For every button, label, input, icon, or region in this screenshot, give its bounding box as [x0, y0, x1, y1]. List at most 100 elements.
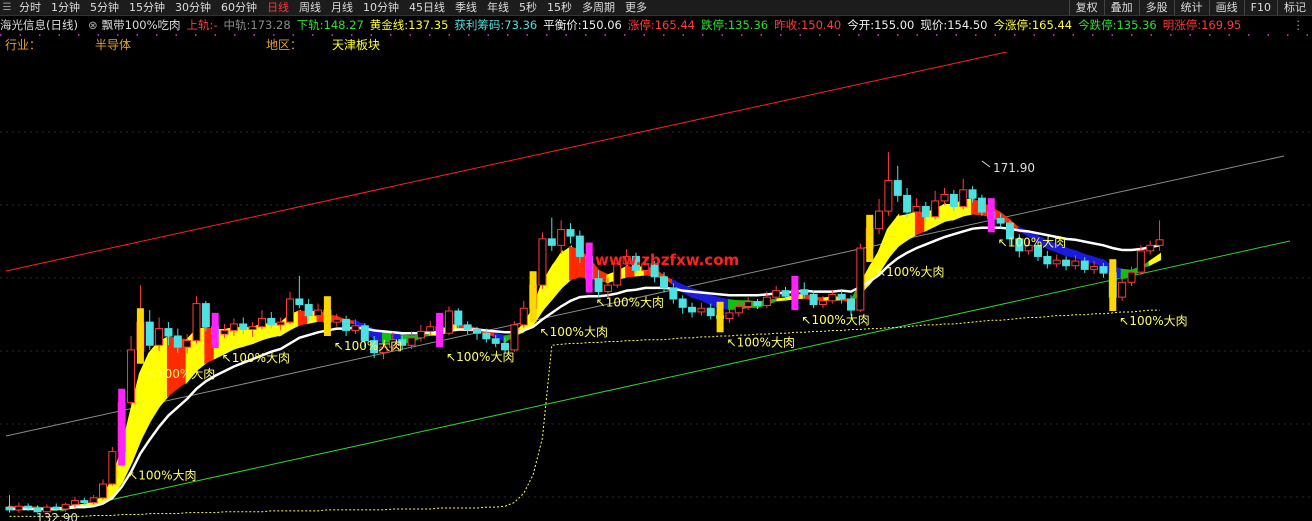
watermark-text: www.zbzfxw.com	[595, 251, 739, 269]
toolbar-button-0[interactable]: 复权	[1068, 0, 1104, 15]
period-tab-16[interactable]: 更多	[620, 0, 652, 15]
toolbar-button-6[interactable]: 标记	[1277, 0, 1312, 15]
toolbar-button-3[interactable]: 统计	[1173, 0, 1209, 15]
candle-body	[1136, 250, 1145, 273]
toolbar-button-4[interactable]: 画线	[1208, 0, 1244, 15]
candle-body	[248, 326, 257, 331]
candle-body	[473, 329, 481, 334]
signal-bar	[866, 214, 874, 262]
period-tab-14[interactable]: 15秒	[542, 0, 577, 15]
signal-label: ↖100%大肉	[596, 296, 664, 310]
period-tab-3[interactable]: 15分钟	[124, 0, 170, 15]
limitdown-value: 135.36	[727, 18, 769, 32]
signal-markers: ↖100%大肉 ↖100%大肉 ↖100%大肉 ↖100%大肉 ↖100%大肉 ↖100%…	[118, 198, 1188, 483]
period-tab-11[interactable]: 季线	[450, 0, 482, 15]
candle-body	[286, 298, 294, 323]
candle-body	[753, 301, 762, 306]
lower-label: 下轨:	[296, 18, 324, 32]
candle-body	[912, 205, 921, 213]
candle-body	[893, 180, 902, 196]
menu-grid-icon[interactable]: ☰	[0, 2, 14, 13]
candle-body	[538, 238, 547, 286]
mid-value: 173.28	[250, 18, 291, 32]
signal-bar	[585, 242, 593, 293]
signal-bar	[136, 308, 144, 364]
candle-body	[875, 210, 884, 230]
toolbar-button-2[interactable]: 多股	[1138, 0, 1174, 15]
indicator-info-bar: 海光信息(日线) ⊗ 飘带100%吃肉 上轨: - 中轨: 173.28 下轨: 14…	[0, 16, 1312, 34]
candle-body	[800, 289, 809, 295]
candle-body	[697, 307, 706, 313]
balance-label: 平衡价:	[543, 18, 582, 32]
candle-body	[89, 497, 98, 503]
period-tab-5[interactable]: 60分钟	[216, 0, 262, 15]
lower-value: 148.27	[323, 18, 364, 32]
candle-body	[145, 321, 154, 346]
period-tab-9[interactable]: 10分钟	[358, 0, 404, 15]
period-tab-12[interactable]: 年线	[482, 0, 514, 15]
toolbar-right-buttons: 复权 叠加 多股 统计 画线 F10 标记	[1068, 0, 1312, 15]
candlestick-chart[interactable]: ↖100%大肉 ↖100%大肉 ↖100%大肉 ↖100%大肉 ↖100%大肉 ↖100%…	[0, 52, 1312, 521]
candle-body	[61, 503, 70, 510]
candle-body	[856, 247, 865, 311]
signal-bar	[118, 388, 126, 466]
signal-label: ↖100%大肉	[222, 351, 290, 365]
price-channels	[5, 52, 1291, 512]
signal-bar	[1109, 259, 1117, 312]
period-tab-8[interactable]: 月线	[326, 0, 358, 15]
period-tab-15[interactable]: 多周期	[577, 0, 620, 15]
candle-body	[1071, 260, 1080, 267]
candle-body	[80, 500, 89, 503]
candle-body	[351, 325, 360, 331]
candle-body	[24, 505, 33, 509]
prevclose-value: 150.40	[800, 18, 842, 32]
signal-label: ↖100%大肉	[128, 469, 196, 483]
candle-body	[192, 303, 201, 342]
candle-body	[903, 194, 912, 213]
candle-body	[454, 310, 463, 326]
candle-body	[1146, 244, 1155, 252]
signal-bar	[716, 301, 724, 333]
limitdown-label: 跌停:	[700, 18, 728, 32]
profit-label: 获利筹码:	[454, 18, 505, 32]
period-tab-7[interactable]: 周线	[294, 0, 326, 15]
signal-label: ↖100%大肉	[727, 335, 795, 349]
signal-bar	[791, 275, 799, 311]
period-tab-1[interactable]: 1分钟	[46, 0, 85, 15]
period-tab-6[interactable]: 日线	[262, 0, 294, 15]
price-label: 现价:	[920, 18, 948, 32]
period-tab-10[interactable]: 45日线	[404, 0, 450, 15]
candle-body	[407, 337, 416, 346]
candle-body	[828, 293, 837, 302]
candle-body	[201, 303, 210, 328]
candle-body	[884, 180, 893, 212]
period-tab-13[interactable]: 5秒	[514, 0, 542, 15]
toolbar-button-5[interactable]: F10	[1243, 0, 1277, 15]
balance-value: 150.06	[581, 18, 622, 32]
expand-more-icon[interactable]: ⋮	[1293, 16, 1305, 34]
candle-body	[491, 338, 500, 344]
period-tabs: 分时 1分钟 5分钟 15分钟 30分钟 60分钟 日线 周线 月线 10分钟 45日线 季线 年线 5秒…	[14, 0, 652, 15]
period-tab-2[interactable]: 5分钟	[85, 0, 124, 15]
upper-value: -	[213, 18, 218, 32]
candle-body	[304, 304, 313, 317]
high-annotation: 171.90	[981, 160, 1035, 175]
indicator-toggle-icon[interactable]: ⊗	[88, 18, 98, 32]
candle-body	[977, 197, 986, 213]
toolbar-button-1[interactable]: 叠加	[1103, 0, 1139, 15]
candle-body	[547, 238, 556, 246]
candle-body	[706, 307, 715, 317]
info-divider-dots	[0, 34, 1312, 36]
signal-label: ↖100%大肉	[998, 236, 1066, 250]
candle-body	[940, 193, 949, 202]
candle-body	[809, 293, 818, 306]
indicator-name[interactable]: 飘带100%吃肉	[102, 17, 181, 33]
period-tab-4[interactable]: 30分钟	[170, 0, 216, 15]
candle-body	[342, 318, 351, 331]
candle-body	[566, 229, 575, 237]
candle-body	[688, 306, 697, 313]
candle-body	[1155, 239, 1164, 246]
period-tab-0[interactable]: 分时	[14, 0, 46, 15]
candle-body	[968, 189, 977, 199]
candle-body	[931, 200, 940, 218]
